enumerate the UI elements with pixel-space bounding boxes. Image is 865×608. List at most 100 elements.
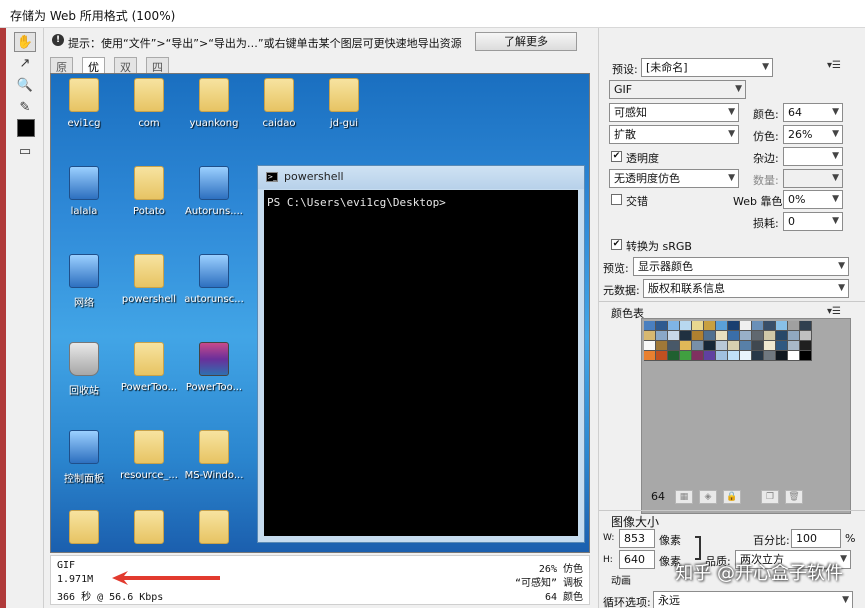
color-swatch[interactable] [800,321,812,331]
desktop-icon[interactable]: Potato [116,166,182,217]
color-swatch[interactable] [740,321,752,331]
desktop-icon[interactable]: 回收站 [51,342,117,397]
color-swatch[interactable] [656,321,668,331]
desktop-icon[interactable]: caidao [246,78,312,129]
color-swatch[interactable] [764,321,776,331]
tab-4up[interactable]: 四联 [146,57,169,90]
color-swatch[interactable] [704,321,716,331]
color-swatch[interactable] [692,331,704,341]
desktop-icon[interactable]: com [116,78,182,129]
colors-select[interactable]: 64 ▼ [783,103,843,122]
color-swatch[interactable] [716,351,728,361]
color-swatch[interactable] [764,331,776,341]
learn-more-button[interactable]: 了解更多 [475,32,577,51]
eyedropper-icon[interactable]: ✎ [14,98,36,118]
desktop-icon[interactable] [181,510,247,550]
eyedropper-color-swatch[interactable] [17,119,35,137]
dither-amount-select[interactable]: 26% ▼ [783,125,843,144]
color-swatch[interactable] [644,321,656,331]
slice-select-icon[interactable]: ↗ [14,54,36,74]
color-swatch[interactable] [740,341,752,351]
color-swatch[interactable] [668,331,680,341]
image-preview[interactable]: evi1cg lalala 网络 回收站 控制面板 com Potato powershell… [50,73,590,553]
width-input[interactable]: 853 [619,529,655,548]
color-swatch[interactable] [644,351,656,361]
color-table-menu-icon[interactable]: ▾☰ [827,306,841,317]
tab-original[interactable]: 原稿 [50,57,73,90]
height-input[interactable]: 640 [619,550,655,569]
zoom-icon[interactable]: 🔍 [14,76,36,96]
color-swatch[interactable] [668,341,680,351]
desktop-icon[interactable]: autorunsc... [181,254,247,305]
transparency-checkbox[interactable]: ✔ [611,151,622,162]
color-swatch[interactable] [788,351,800,361]
lock-color-icon[interactable]: 🔒 [723,490,741,504]
toggle-slices-icon[interactable]: ▭ [14,142,36,162]
desktop-icon[interactable]: 网络 [51,254,117,309]
color-swatch[interactable] [656,331,668,341]
color-swatch[interactable] [716,341,728,351]
color-swatch[interactable] [704,351,716,361]
percent-input[interactable]: 100 [791,529,841,548]
transparency-dither-select[interactable]: 无透明度仿色 ▼ [609,169,739,188]
color-swatch[interactable] [680,321,692,331]
web-snap-select[interactable]: 0% ▼ [783,190,843,209]
color-swatch[interactable] [692,341,704,351]
color-reduction-select[interactable]: 可感知 ▼ [609,103,739,122]
color-swatch[interactable] [752,351,764,361]
color-swatch[interactable] [704,341,716,351]
color-swatch[interactable] [680,351,692,361]
desktop-icon[interactable]: 控制面板 [51,430,117,485]
color-swatch[interactable] [800,341,812,351]
hand-tool-icon[interactable]: ✋ [14,32,36,52]
desktop-icon[interactable]: PowerToo... [181,342,247,393]
color-swatch[interactable] [764,341,776,351]
color-swatch[interactable] [776,351,788,361]
color-swatch[interactable] [800,351,812,361]
loop-options-select[interactable]: 永远 ▼ [653,591,853,608]
desktop-icon[interactable]: powershell [116,254,182,305]
color-swatch[interactable] [788,331,800,341]
metadata-select[interactable]: 版权和联系信息 ▼ [643,279,849,298]
panel-menu-icon[interactable]: ▾☰ [827,60,841,71]
color-swatch[interactable] [692,351,704,361]
color-swatch[interactable] [728,321,740,331]
interlaced-checkbox[interactable] [611,194,622,205]
color-swatch[interactable] [680,331,692,341]
desktop-icon[interactable]: jd-gui [311,78,377,129]
color-swatch[interactable] [680,341,692,351]
desktop-icon[interactable]: resource_... [116,430,182,481]
color-swatch[interactable] [752,341,764,351]
preset-select[interactable]: [未命名] ▼ [641,58,773,77]
desktop-icon[interactable]: Autoruns.... [181,166,247,217]
color-swatch[interactable] [644,331,656,341]
color-swatch[interactable] [776,331,788,341]
convert-srgb-checkbox[interactable]: ✔ [611,239,622,250]
color-swatch[interactable] [788,341,800,351]
color-swatch[interactable] [776,321,788,331]
desktop-icon[interactable] [51,510,117,550]
desktop-icon[interactable] [116,510,182,550]
color-swatch[interactable] [668,321,680,331]
color-swatch[interactable] [752,331,764,341]
color-swatch[interactable] [764,351,776,361]
format-select[interactable]: GIF ▼ [609,80,746,99]
color-swatch[interactable] [656,351,668,361]
color-swatch[interactable] [752,321,764,331]
color-swatch[interactable] [644,341,656,351]
color-swatch[interactable] [656,341,668,351]
desktop-icon[interactable]: PowerToo... [116,342,182,393]
color-swatch[interactable] [716,321,728,331]
color-swatch[interactable] [704,331,716,341]
tab-2up[interactable]: 双联 [114,57,137,90]
color-swatch[interactable] [800,331,812,341]
desktop-icon[interactable]: evi1cg [51,78,117,129]
new-color-icon[interactable]: ❐ [761,490,779,504]
color-swatch[interactable] [668,351,680,361]
desktop-icon[interactable]: yuankong [181,78,247,129]
desktop-icon[interactable]: MS-Windo... [181,430,247,481]
color-swatch[interactable] [788,321,800,331]
preview-select[interactable]: 显示器颜色 ▼ [633,257,849,276]
web-shift-icon[interactable]: ◈ [699,490,717,504]
color-swatch[interactable] [728,341,740,351]
